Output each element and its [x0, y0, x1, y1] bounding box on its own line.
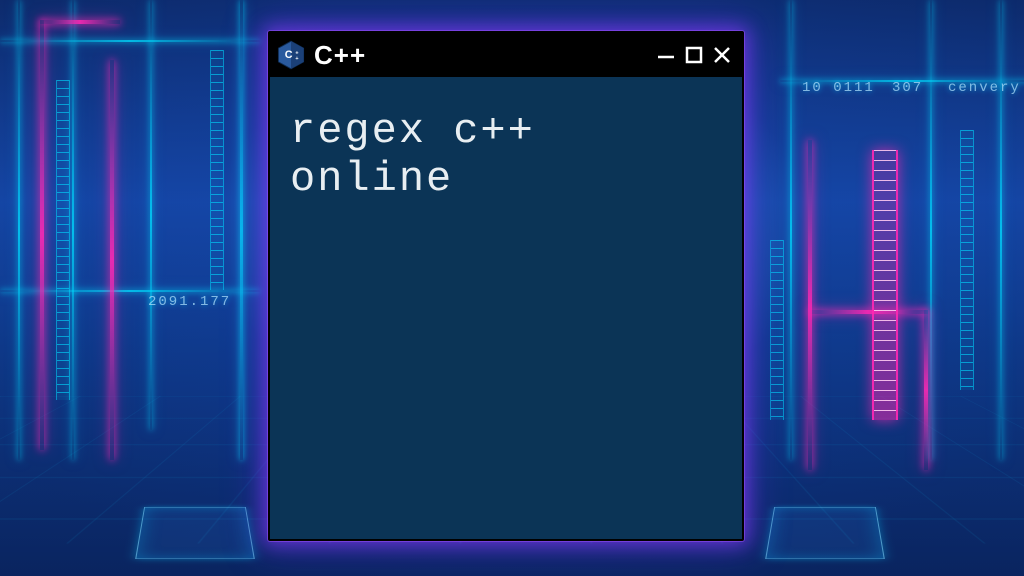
editor-content: regex c++ online [290, 107, 722, 204]
editor-area[interactable]: regex c++ online [270, 77, 742, 539]
neon-line [72, 0, 74, 460]
neon-line [790, 0, 792, 460]
ruler-decoration [56, 80, 70, 400]
ruler-decoration [960, 130, 974, 390]
neon-line [150, 0, 152, 430]
neon-line [18, 0, 20, 460]
svg-text:+: + [295, 50, 298, 56]
ruler-decoration [210, 50, 224, 290]
pink-bar-decoration [872, 150, 898, 420]
neon-line-pink [924, 310, 928, 470]
bg-text: 10 0111 [802, 80, 875, 96]
neon-line-pink [40, 20, 120, 24]
cpp-window: C + + C++ regex c++ online [268, 31, 744, 541]
neon-line-pink [40, 20, 44, 450]
titlebar[interactable]: C + + C++ [270, 33, 742, 77]
floor-tile [135, 507, 255, 559]
neon-line [0, 290, 260, 292]
window-controls [654, 43, 734, 67]
svg-text:C: C [285, 49, 293, 61]
bg-text: cenvery [948, 80, 1021, 96]
window-title: C++ [314, 40, 646, 71]
bg-text: 307 [892, 80, 923, 96]
neon-line [1000, 0, 1002, 460]
close-button[interactable] [710, 43, 734, 67]
cpp-hex-icon: C + + [276, 40, 306, 70]
neon-line-pink [110, 60, 114, 460]
floor-tile [765, 507, 885, 559]
ruler-decoration [770, 240, 784, 420]
maximize-button[interactable] [682, 43, 706, 67]
neon-line [930, 0, 932, 460]
neon-line-pink [808, 310, 928, 314]
neon-line [240, 0, 243, 460]
neon-line-pink [808, 140, 812, 470]
bg-text: 2091.177 [148, 294, 231, 310]
neon-line [0, 40, 260, 42]
minimize-button[interactable] [654, 43, 678, 67]
svg-text:+: + [295, 56, 298, 62]
